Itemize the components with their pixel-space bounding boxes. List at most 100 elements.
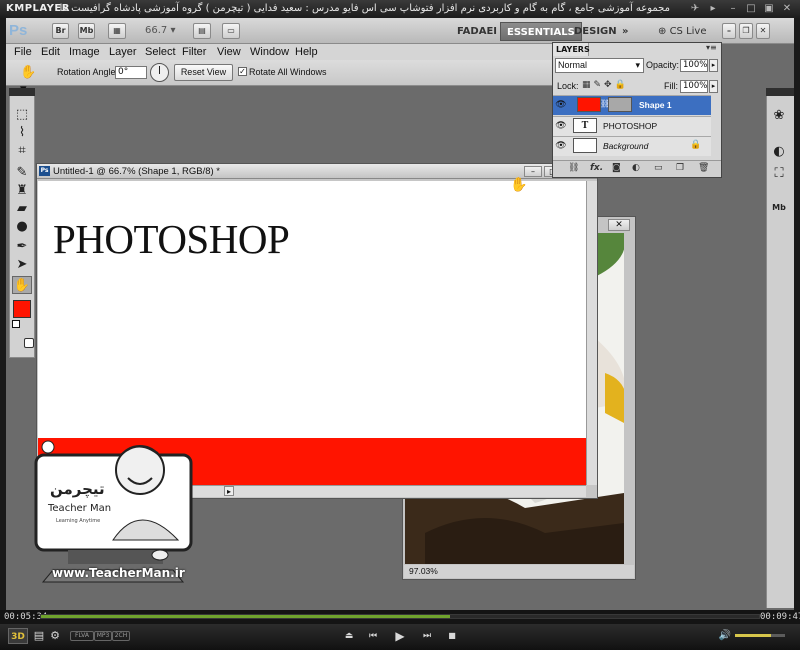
new-layer-icon[interactable]: ❐ [676, 163, 684, 173]
hand-rotate-tool-icon[interactable]: ✋ [12, 276, 32, 294]
menu-select[interactable]: Select [145, 44, 176, 60]
opacity-input[interactable]: 100% [680, 59, 708, 72]
document-ps-icon: Ps [39, 166, 50, 176]
play-icon[interactable]: ▶ [392, 628, 408, 644]
teacherman-url[interactable]: www.TeacherMan.ir [52, 566, 185, 580]
rotation-dial-icon[interactable] [150, 63, 169, 82]
ps-close-button[interactable]: ✕ [756, 23, 770, 39]
pen-tool-icon[interactable]: ✒ [12, 238, 32, 256]
blend-mode-select[interactable]: Normal ▾ [555, 58, 644, 73]
arrange-documents-button[interactable]: ▤ [193, 23, 211, 39]
mini-bridge-button[interactable]: Mb [78, 23, 95, 39]
menu-edit[interactable]: Edit [41, 44, 60, 60]
eject-icon[interactable]: ⏏ [342, 628, 356, 644]
menu-help[interactable]: Help [295, 44, 318, 60]
rotate-view-tool-icon[interactable]: ✋▾ [20, 64, 40, 97]
layer-color-thumbnail[interactable] [577, 97, 601, 112]
add-mask-icon[interactable]: ◙ [612, 163, 621, 173]
new-group-icon[interactable]: ▭ [654, 163, 663, 173]
opacity-label: Opacity: [646, 60, 680, 70]
add-layer-style-icon[interactable]: fx. [590, 163, 603, 173]
menu-layer[interactable]: Layer [109, 44, 137, 60]
pin-icon[interactable]: ✈ [688, 2, 702, 15]
volume-level [735, 634, 771, 637]
layer-vector-mask-thumbnail[interactable] [608, 97, 632, 112]
fullscreen-button[interactable]: ▣ [762, 2, 776, 15]
layer-visibility-eye-icon[interactable]: 👁 [555, 120, 567, 132]
codec-video-badge: FLVA [70, 631, 94, 641]
menu-filter[interactable]: Filter [182, 44, 206, 60]
right-dock-header[interactable] [766, 88, 794, 96]
menu-window[interactable]: Window [250, 44, 289, 60]
minimize-button[interactable]: – [726, 2, 740, 15]
maximize-button[interactable]: □ [744, 2, 758, 15]
layers-tab[interactable]: LAYERS [553, 43, 590, 56]
fill-input[interactable]: 100% [680, 80, 708, 93]
menu-view[interactable]: View [217, 44, 241, 60]
menu-image[interactable]: Image [69, 44, 100, 60]
layer-visibility-eye-icon[interactable]: 👁 [555, 140, 567, 152]
layer-lock-icon: 🔒 [690, 140, 702, 150]
bridge-button[interactable]: Br [52, 23, 69, 39]
layer-name[interactable]: Background [603, 141, 648, 151]
rotate-all-windows-checkbox[interactable]: ✓ [238, 67, 247, 76]
mini-bridge-icon[interactable]: Mb [769, 198, 789, 218]
eraser-tool-icon[interactable]: ▰ [12, 200, 32, 218]
swatches-icon[interactable]: ❀ [769, 106, 789, 126]
layer-name[interactable]: Shape 1 [639, 100, 672, 110]
workspace-fadaei[interactable]: FADAEI [451, 22, 503, 41]
seek-progress [41, 615, 451, 618]
eagle-close-button[interactable]: ✕ [608, 219, 630, 231]
stop-icon[interactable]: ■ [446, 628, 458, 644]
quick-mask-icon[interactable] [24, 338, 34, 348]
marquee-tool-icon[interactable]: ⬚ [12, 106, 32, 124]
screen-mode-button[interactable]: ▭ [222, 23, 240, 39]
3d-button[interactable]: 3D [8, 628, 28, 644]
settings-gear-icon[interactable]: ⚙ [48, 628, 62, 644]
restore-icon[interactable]: ▸ [706, 2, 720, 15]
panel-menu-icon[interactable]: ▾≡ [706, 43, 717, 52]
background-layer-thumbnail[interactable] [573, 138, 597, 153]
volume-icon[interactable]: 🔊 [718, 628, 732, 644]
next-icon[interactable]: ⏭ [420, 628, 434, 644]
workspace-more[interactable]: » [616, 22, 634, 41]
delete-layer-icon[interactable]: 🗑 [698, 163, 709, 173]
crop-tool-icon[interactable]: ⌗ [12, 142, 32, 160]
foreground-color-swatch[interactable] [13, 300, 31, 318]
stamp-tool-icon[interactable]: ♜ [12, 182, 32, 200]
rotation-angle-input[interactable]: 0° [115, 66, 147, 79]
opacity-slider-arrow-icon[interactable]: ▸ [709, 59, 718, 72]
adjustment-layer-icon[interactable]: ◐ [632, 163, 640, 173]
scroll-right-arrow-icon[interactable]: ▸ [224, 486, 234, 496]
brush-tool-icon[interactable]: ✎ [12, 164, 32, 182]
blur-tool-icon[interactable]: ● [12, 218, 32, 236]
fill-slider-arrow-icon[interactable]: ▸ [709, 80, 718, 93]
playlist-icon[interactable]: ▤ [32, 628, 46, 644]
default-colors-icon[interactable] [12, 320, 20, 328]
link-layers-icon[interactable]: ⛓ [568, 163, 579, 173]
reset-view-button[interactable]: Reset View [174, 64, 233, 81]
cs-live-button[interactable]: ⊕ CS Live [652, 22, 713, 41]
ps-restore-button[interactable]: ❐ [739, 23, 753, 39]
hand-cursor-icon: ✋ [510, 177, 528, 193]
rotation-angle-label: Rotation Angle: [57, 67, 119, 77]
view-extras-button[interactable]: ▦ [108, 23, 126, 39]
ps-minimize-button[interactable]: – [722, 23, 736, 39]
document-vertical-scrollbar[interactable] [586, 181, 597, 485]
close-button[interactable]: ✕ [780, 2, 794, 15]
lock-options-icons[interactable]: ▦✎✥🔒 [582, 80, 629, 90]
masks-icon[interactable]: ⛶ [769, 164, 789, 184]
workspace-design[interactable]: DESIGN [568, 22, 623, 41]
tools-panel-header[interactable] [9, 88, 35, 96]
previous-icon[interactable]: ⏮ [366, 628, 380, 644]
menu-file[interactable]: File [14, 44, 32, 60]
document-minimize-button[interactable]: – [524, 166, 542, 177]
lasso-tool-icon[interactable]: ⌇ [12, 124, 32, 142]
zoom-level-field[interactable]: 66.7 ▾ [145, 24, 187, 38]
text-layer-thumbnail[interactable]: T [573, 118, 597, 133]
layer-name[interactable]: PHOTOSHOP [603, 121, 657, 131]
path-selection-tool-icon[interactable]: ➤ [12, 256, 32, 274]
adjustments-icon[interactable]: ◐ [769, 142, 789, 162]
layer-visibility-eye-icon[interactable]: 👁 [555, 99, 567, 111]
rotate-all-windows-label: Rotate All Windows [249, 67, 327, 77]
